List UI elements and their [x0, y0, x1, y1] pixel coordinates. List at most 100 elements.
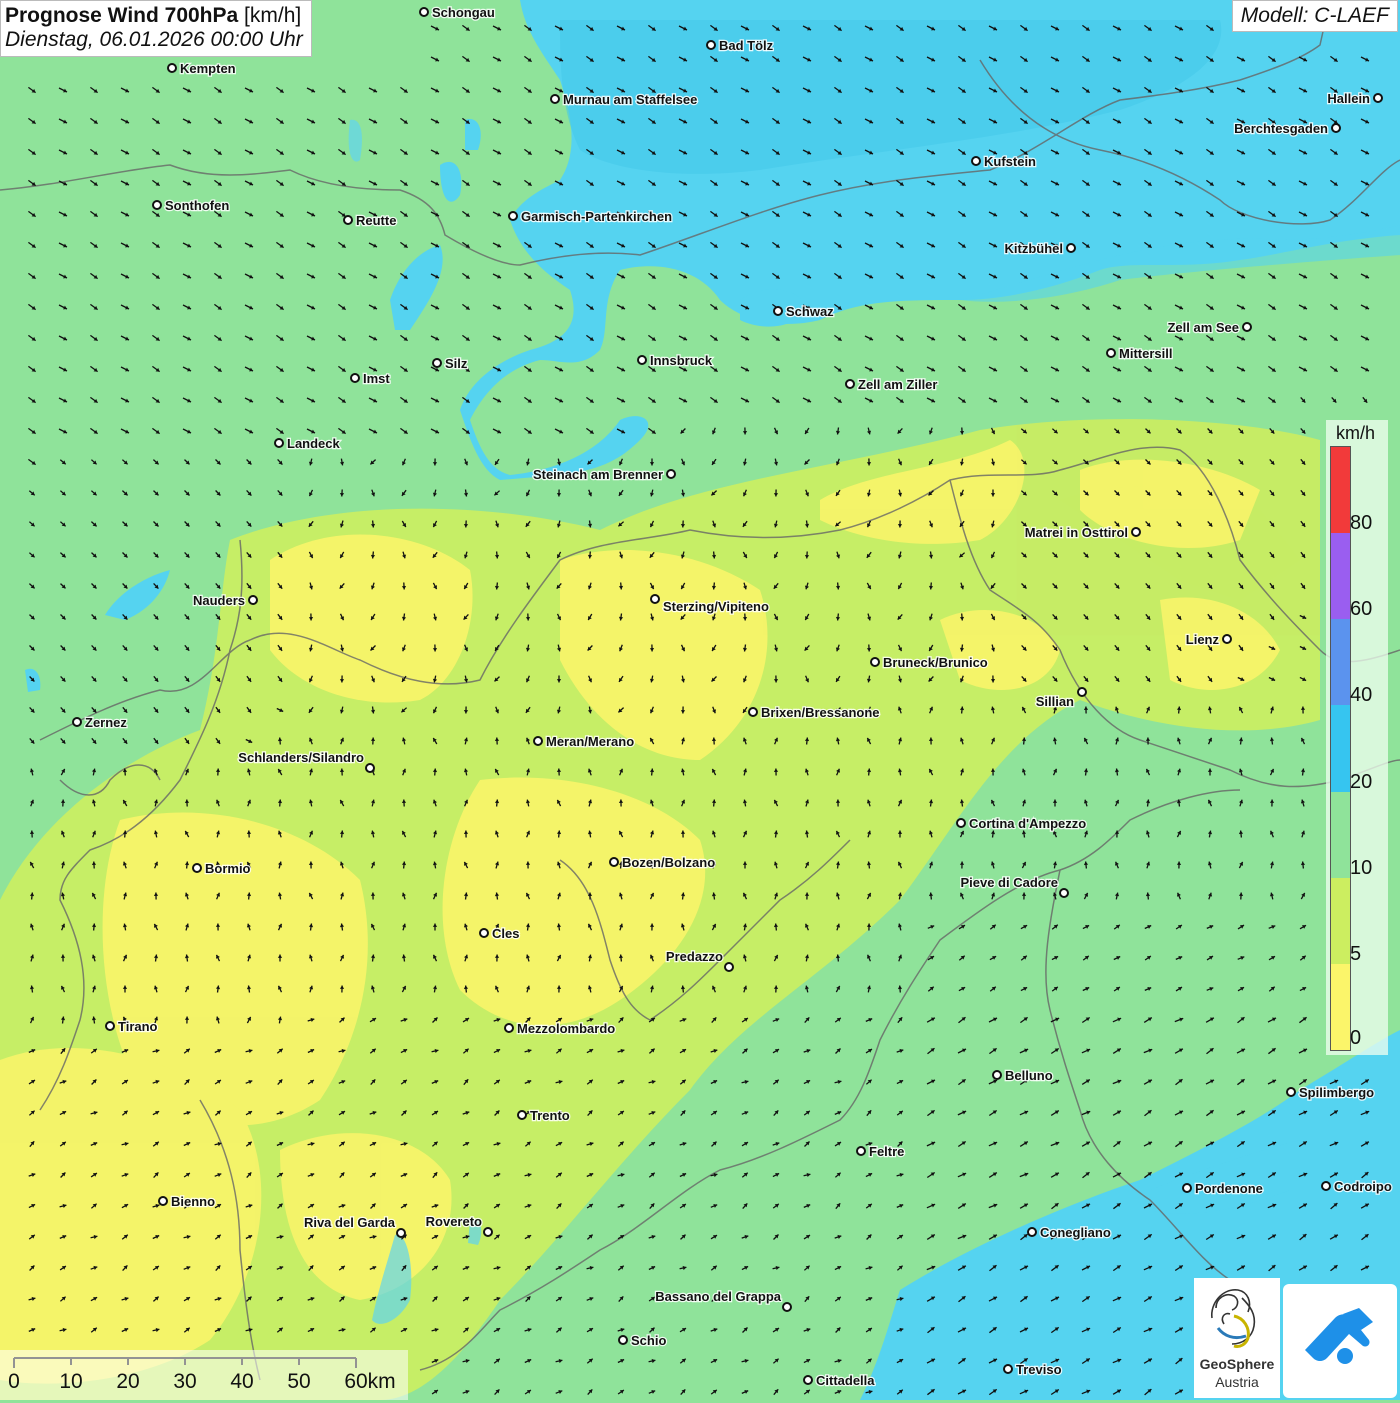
map-title-unit: [km/h] — [244, 4, 301, 27]
city-label: Schwaz — [786, 304, 834, 319]
city-dot — [1374, 94, 1382, 102]
city-label: Sterzing/Vipiteno — [663, 599, 769, 614]
city-dot — [1287, 1088, 1295, 1096]
scale-label: 10 — [59, 1370, 82, 1394]
city-dot — [484, 1228, 492, 1236]
city-dot — [972, 157, 980, 165]
city-label: Tirano — [118, 1019, 158, 1034]
city-marker: Garmisch-Partenkirchen — [509, 209, 672, 224]
city-label: Bruneck/Brunico — [883, 655, 988, 670]
city-marker: Zell am Ziller — [846, 377, 937, 392]
legend-tick-label: 5 — [1350, 943, 1361, 966]
city-label: Belluno — [1005, 1068, 1053, 1083]
city-label: Cittadella — [816, 1373, 875, 1388]
city-dot — [619, 1336, 627, 1344]
city-dot — [551, 95, 559, 103]
city-label: Innsbruck — [650, 353, 713, 368]
city-dot — [1332, 124, 1340, 132]
city-label: Sonthofen — [165, 198, 229, 213]
city-dot — [725, 963, 733, 971]
city-marker: Schongau — [420, 5, 495, 20]
city-dot — [957, 819, 965, 827]
city-label: Imst — [363, 371, 390, 386]
legend-color-segment — [1331, 964, 1350, 1050]
city-label: Rovereto — [426, 1214, 482, 1229]
city-marker: Meran/Merano — [534, 734, 634, 749]
city-marker: Matrei in Osttirol — [1025, 525, 1140, 540]
city-marker: Spilimbergo — [1287, 1085, 1374, 1100]
city-label: Zell am See — [1167, 320, 1239, 335]
city-label: Predazzo — [666, 949, 723, 964]
city-dot — [193, 864, 201, 872]
city-label: Schio — [631, 1333, 666, 1348]
city-label: Brixen/Bressanone — [761, 705, 880, 720]
legend-color-segment — [1331, 792, 1350, 878]
city-dot — [1078, 688, 1086, 696]
scale-label: 30 — [173, 1370, 196, 1394]
city-dot — [610, 858, 618, 866]
city-dot — [397, 1229, 405, 1237]
city-marker: Conegliano — [1028, 1225, 1111, 1240]
wind-app-logo — [1283, 1284, 1397, 1398]
city-dot — [707, 41, 715, 49]
geosphere-logo: GeoSphere Austria — [1194, 1278, 1280, 1398]
city-marker: Bozen/Bolzano — [610, 855, 715, 870]
city-marker: Brixen/Bressanone — [749, 705, 880, 720]
city-marker: Innsbruck — [638, 353, 713, 368]
city-dot — [1132, 528, 1140, 536]
city-label: Silz — [445, 356, 468, 371]
scale-label: 50 — [287, 1370, 310, 1394]
wind-app-icon — [1283, 1284, 1397, 1398]
city-dot — [480, 929, 488, 937]
city-dot — [344, 216, 352, 224]
city-dot — [420, 8, 428, 16]
city-label: Matrei in Osttirol — [1025, 525, 1128, 540]
city-label: Bormio — [205, 861, 251, 876]
legend-color-bar — [1330, 446, 1351, 1051]
city-dot — [1243, 323, 1251, 331]
city-label: Conegliano — [1040, 1225, 1111, 1240]
city-marker: Zell am See — [1167, 320, 1251, 335]
city-dot — [509, 212, 517, 220]
geosphere-logo-icon — [1194, 1278, 1280, 1356]
city-label: Schlanders/Silandro — [238, 750, 364, 765]
city-dot — [168, 64, 176, 72]
city-label: Kempten — [180, 61, 236, 76]
legend-tick-label: 80 — [1350, 512, 1372, 535]
city-dot — [774, 307, 782, 315]
city-label: Bassano del Grappa — [655, 1289, 781, 1304]
city-label: Spilimbergo — [1299, 1085, 1374, 1100]
city-dot — [638, 356, 646, 364]
city-dot — [351, 374, 359, 382]
city-dot — [275, 439, 283, 447]
city-label: Bad Tölz — [719, 38, 774, 53]
scale-label: 40 — [230, 1370, 253, 1394]
city-label: Riva del Garda — [304, 1215, 396, 1230]
city-label: Steinach am Brenner — [533, 467, 663, 482]
city-dot — [1322, 1182, 1330, 1190]
city-dot — [518, 1111, 526, 1119]
city-label: Zell am Ziller — [858, 377, 937, 392]
city-marker: Mezzolombardo — [505, 1021, 615, 1036]
legend-tick-label: 60 — [1350, 598, 1372, 621]
city-label: Pordenone — [1195, 1181, 1263, 1196]
color-legend: km/h 051020406080 — [1326, 420, 1388, 1055]
city-marker: Pordenone — [1183, 1181, 1263, 1196]
city-marker: Cortina d'Ampezzo — [957, 816, 1086, 831]
city-dot — [249, 596, 257, 604]
scale-label: 20 — [116, 1370, 139, 1394]
city-dot — [1004, 1365, 1012, 1373]
legend-color-segment — [1331, 533, 1350, 619]
city-dot — [846, 380, 854, 388]
city-dot — [804, 1376, 812, 1384]
city-label: Landeck — [287, 436, 341, 451]
city-dot — [534, 737, 542, 745]
city-label: Reutte — [356, 213, 396, 228]
city-marker: Steinach am Brenner — [533, 467, 675, 482]
city-dot — [1067, 244, 1075, 252]
city-label: Nauders — [193, 593, 245, 608]
city-dot — [433, 359, 441, 367]
forecast-datetime: Dienstag, 06.01.2026 00:00 Uhr — [5, 28, 303, 52]
city-marker: Bruneck/Brunico — [871, 655, 988, 670]
legend-tick-label: 40 — [1350, 684, 1372, 707]
